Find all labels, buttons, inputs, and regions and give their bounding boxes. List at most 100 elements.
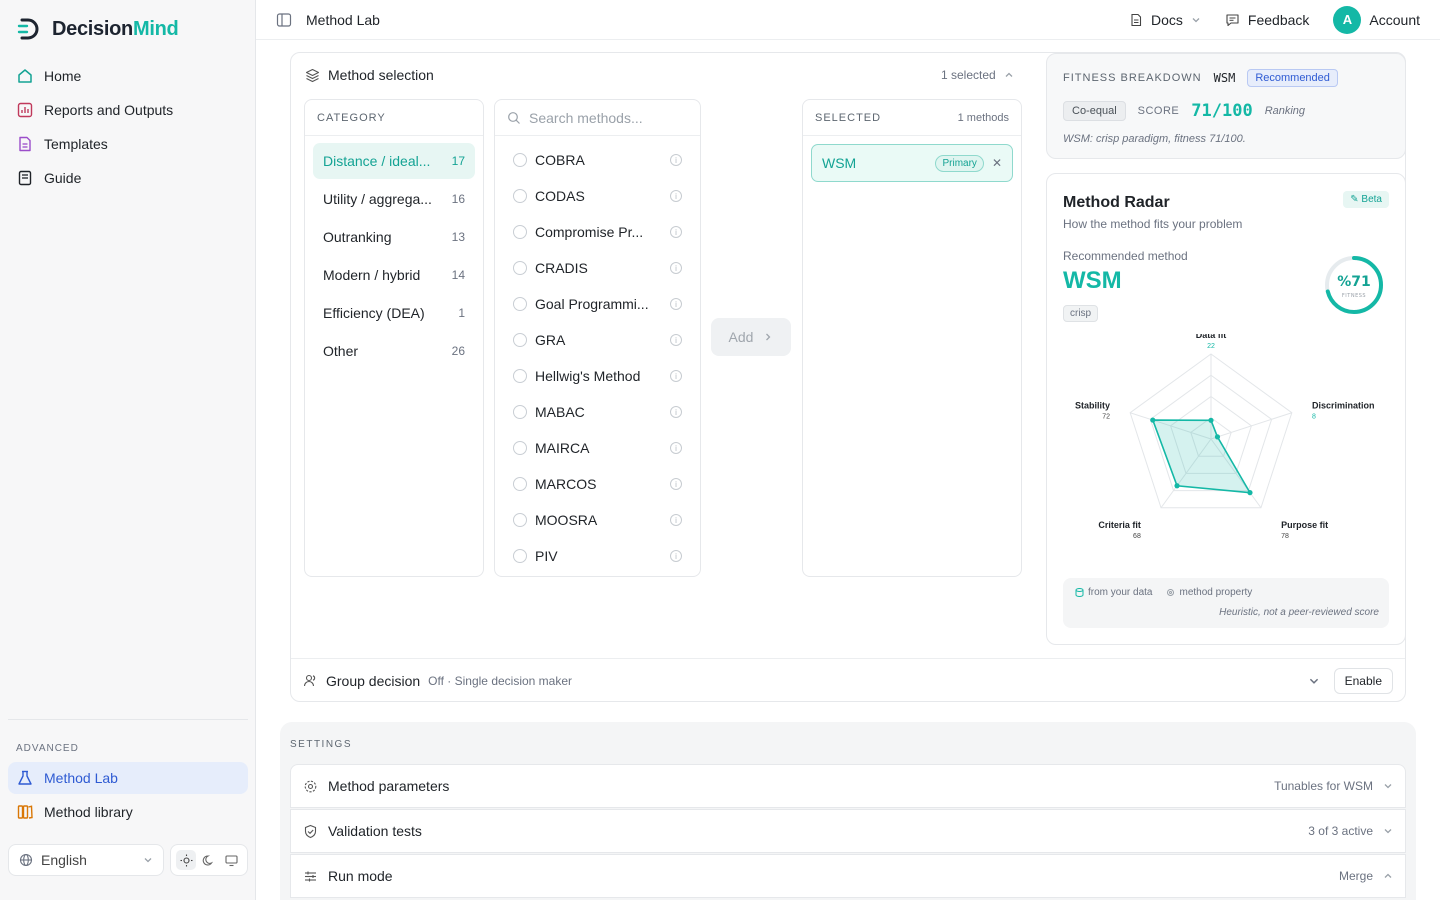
method-radio[interactable] [513, 189, 527, 203]
method-radio[interactable] [513, 333, 527, 347]
close-icon[interactable]: ✕ [992, 156, 1002, 170]
method-radio[interactable] [513, 513, 527, 527]
sidebar-item-home[interactable]: Home [8, 60, 248, 92]
template-icon [19, 136, 31, 152]
category-item[interactable]: Utility / aggrega... 16 [313, 181, 475, 217]
method-radio[interactable] [513, 405, 527, 419]
method-item[interactable]: MABAC i [495, 394, 700, 430]
add-label: Add [728, 329, 754, 345]
recommended-badge: Recommended [1247, 69, 1338, 87]
brand[interactable]: DecisionMind [16, 16, 179, 42]
beta-badge: ✎ Beta [1343, 191, 1389, 208]
selected-count[interactable]: 1 selected [941, 68, 1014, 82]
add-button[interactable]: Add [711, 318, 791, 356]
info-icon[interactable]: i [670, 442, 682, 454]
chevron-down-icon [144, 858, 152, 863]
method-parameters-row[interactable]: Method parameters Tunables for WSM [290, 764, 1406, 808]
docs-label: Docs [1151, 11, 1183, 28]
validation-tests-row[interactable]: Validation tests 3 of 3 active [290, 809, 1406, 853]
search-input[interactable]: Search methods... [529, 110, 643, 126]
sidebar-item-method-lab[interactable]: Method Lab [8, 762, 248, 794]
enable-button[interactable]: Enable [1333, 667, 1393, 694]
recommended-method-label: Recommended method [1063, 249, 1188, 263]
info-icon[interactable]: i [670, 478, 682, 490]
category-items: Distance / ideal... 17 Utility / aggrega..… [305, 136, 483, 378]
method-label: MOOSRA [535, 512, 598, 528]
co-equal-tag: Co-equal [1063, 101, 1126, 121]
method-radio[interactable] [513, 297, 527, 311]
method-radar-card: Method Radar How the method fits your pr… [1046, 173, 1406, 645]
sidebar-item-templates[interactable]: Templates [8, 128, 248, 160]
group-decision-row[interactable]: Group decision Off · Single decision mak… [291, 658, 1405, 702]
info-icon[interactable]: i [670, 226, 682, 238]
page-title: Method Lab [306, 11, 380, 28]
radar-axis-label: Stability [1075, 401, 1110, 411]
info-icon[interactable]: i [670, 298, 682, 310]
logo-icon [17, 18, 39, 40]
mode-label: Ranking [1264, 105, 1306, 117]
chevron-right-icon [766, 333, 771, 341]
method-item[interactable]: CODAS i [495, 178, 700, 214]
method-search[interactable]: Search methods... [495, 100, 700, 136]
method-item[interactable]: Compromise Pr... i [495, 214, 700, 250]
sun-icon[interactable] [176, 850, 197, 870]
category-item[interactable]: Outranking 13 [313, 219, 475, 255]
sidebar-item-guide[interactable]: Guide [8, 162, 248, 194]
fitness-note: WSM: crisp paradigm, fitness 71/100. [1063, 133, 1246, 145]
category-label: Distance / ideal... [323, 153, 431, 169]
method-radio[interactable] [513, 441, 527, 455]
method-radio[interactable] [513, 153, 527, 167]
radar-subtitle: How the method fits your problem [1063, 217, 1243, 231]
advanced-nav: Method Lab Method library [8, 762, 248, 830]
method-item[interactable]: COBRA i [495, 142, 700, 178]
method-radio[interactable] [513, 369, 527, 383]
method-radio[interactable] [513, 261, 527, 275]
info-icon[interactable]: i [670, 370, 682, 382]
category-item[interactable]: Distance / ideal... 17 [313, 143, 475, 179]
method-item[interactable]: Hellwig's Method i [495, 358, 700, 394]
moon-icon[interactable] [199, 850, 219, 870]
category-item[interactable]: Modern / hybrid 14 [313, 257, 475, 293]
docs-menu[interactable]: Docs [1129, 12, 1201, 28]
account-menu[interactable]: A Account [1333, 5, 1420, 34]
beta-label: Beta [1361, 194, 1382, 205]
info-icon[interactable]: i [670, 334, 682, 346]
radar-title: Method Radar [1063, 194, 1170, 211]
category-item[interactable]: Other 26 [313, 333, 475, 369]
info-icon[interactable]: i [670, 406, 682, 418]
sidebar-item-method-library[interactable]: Method library [8, 796, 248, 828]
category-item[interactable]: Efficiency (DEA) 1 [313, 295, 475, 331]
selected-count-label: 1 selected [941, 68, 996, 82]
method-item[interactable]: MOOSRA i [495, 502, 700, 538]
selected-method-chip[interactable]: WSM Primary ✕ [811, 144, 1013, 182]
info-icon[interactable]: i [670, 154, 682, 166]
info-icon[interactable]: i [670, 190, 682, 202]
method-item[interactable]: MARCOS i [495, 466, 700, 502]
chevron-down-icon [1384, 784, 1392, 789]
row-name: Method parameters [328, 778, 450, 794]
feedback-button[interactable]: Feedback [1225, 12, 1309, 28]
info-icon[interactable]: i [670, 514, 682, 526]
sidebar-item-reports[interactable]: Reports and Outputs [8, 94, 248, 126]
method-item[interactable]: PIV i [495, 538, 700, 574]
chevron-down-icon[interactable] [1308, 675, 1320, 687]
sidebar-toggle-icon[interactable] [276, 12, 292, 28]
row-value: Tunables for WSM [1274, 779, 1373, 793]
method-radio[interactable] [513, 225, 527, 239]
advanced-label: ADVANCED [16, 743, 79, 754]
info-icon[interactable]: i [670, 550, 682, 562]
radar-axis-label: Purpose fit [1281, 520, 1328, 530]
method-radio[interactable] [513, 549, 527, 563]
info-icon[interactable]: i [670, 262, 682, 274]
method-selection-header[interactable]: Method selection [305, 67, 434, 83]
method-item[interactable]: GRA i [495, 322, 700, 358]
method-radio[interactable] [513, 477, 527, 491]
method-item[interactable]: CRADIS i [495, 250, 700, 286]
method-item[interactable]: MAIRCA i [495, 430, 700, 466]
run-mode-row[interactable]: Run mode Merge [290, 854, 1406, 898]
method-item[interactable]: Goal Programmi... i [495, 286, 700, 322]
radar-axis-value: 78 [1281, 533, 1289, 540]
language-select[interactable]: English [8, 844, 164, 876]
chevron-down-icon [1192, 17, 1200, 22]
monitor-icon[interactable] [222, 850, 242, 870]
